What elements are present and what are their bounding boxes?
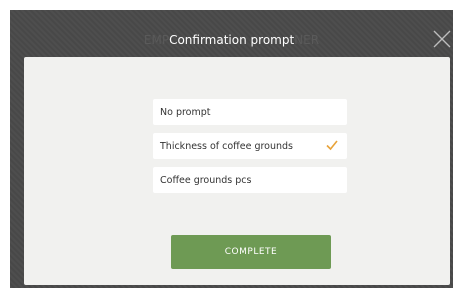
option-no-prompt[interactable]: No prompt — [153, 99, 347, 125]
option-label: Coffee grounds pcs — [160, 174, 252, 186]
title-ghost-suffix: NER — [294, 33, 320, 47]
confirmation-dialog: EMPConfirmation promptNER No prompt Thic… — [10, 10, 453, 288]
checkmark-icon — [325, 138, 339, 152]
option-coffee-grounds-pcs[interactable]: Coffee grounds pcs — [153, 167, 347, 193]
option-label: Thickness of coffee grounds — [160, 140, 293, 152]
title-ghost-prefix: EMP — [143, 33, 170, 47]
options-panel: No prompt Thickness of coffee grounds Co… — [24, 57, 450, 285]
complete-button[interactable]: COMPLETE — [171, 235, 331, 269]
option-thickness-of-coffee-grounds[interactable]: Thickness of coffee grounds — [153, 133, 347, 159]
dialog-title: EMPConfirmation promptNER — [10, 33, 453, 47]
dialog-title-text: Confirmation prompt — [169, 33, 295, 47]
option-label: No prompt — [160, 106, 211, 118]
close-icon[interactable] — [431, 28, 453, 50]
